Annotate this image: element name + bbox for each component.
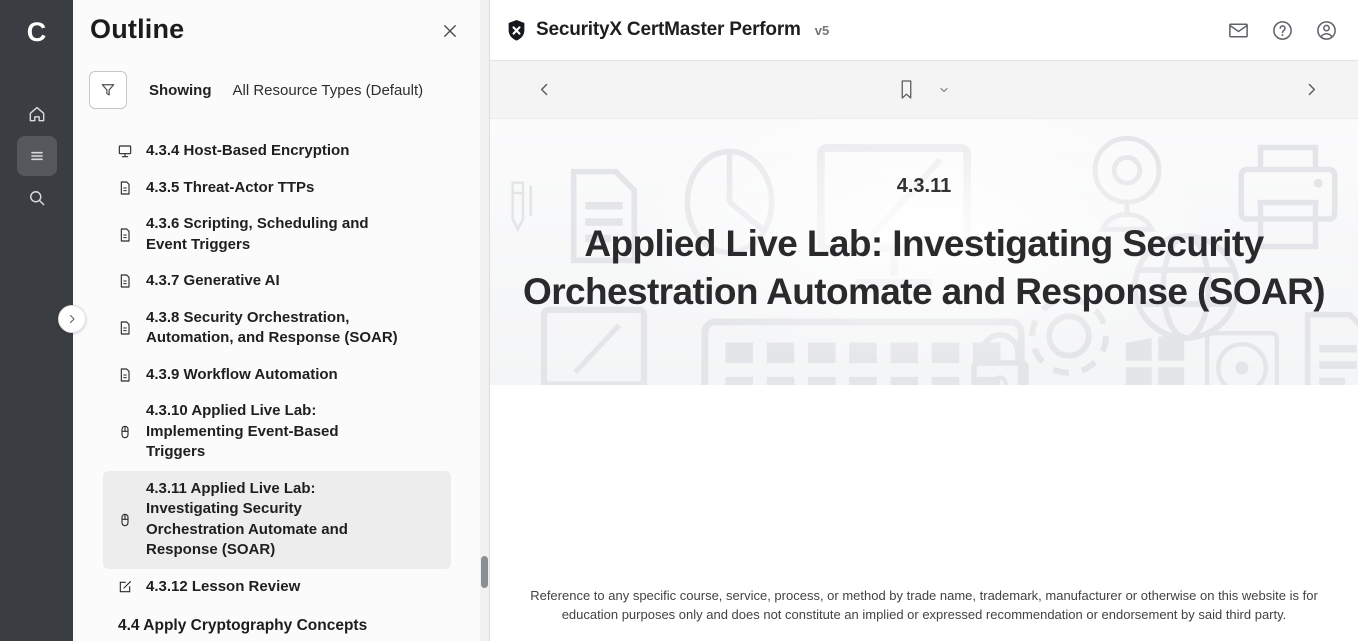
outline-item-label: 4.3.5 Threat-Actor TTPs bbox=[146, 178, 398, 199]
banner-text: 4.3.11 Applied Live Lab: Investigating S… bbox=[490, 119, 1358, 316]
outline-scrollbar-thumb[interactable] bbox=[481, 556, 488, 588]
outline-item-4-3-4[interactable]: 4.3.4 Host-Based Encryption bbox=[103, 133, 451, 170]
lesson-title: Applied Live Lab: Investigating Security… bbox=[490, 220, 1358, 316]
outline-item-4-3-6[interactable]: 4.3.6 Scripting, Scheduling and Event Tr… bbox=[103, 206, 451, 263]
help-button[interactable] bbox=[1269, 17, 1296, 44]
top-header: SecurityX CertMaster Perform v5 bbox=[490, 0, 1358, 61]
filter-funnel-icon bbox=[99, 81, 117, 99]
next-page-button[interactable] bbox=[1303, 81, 1320, 98]
chevron-right-icon bbox=[1303, 81, 1320, 98]
rail-nav bbox=[17, 94, 57, 218]
outline-item-label: 4.3.9 Workflow Automation bbox=[146, 365, 398, 386]
list-icon bbox=[27, 146, 47, 166]
outline-item-label: 4.3.6 Scripting, Scheduling and Event Tr… bbox=[146, 214, 398, 255]
outline-panel-header: Outline bbox=[73, 0, 489, 49]
mouse-icon bbox=[117, 424, 133, 440]
outline-title: Outline bbox=[90, 14, 184, 45]
bookmark-menu-button[interactable] bbox=[938, 84, 950, 96]
account-button[interactable] bbox=[1313, 17, 1340, 44]
chevron-right-icon bbox=[66, 313, 78, 325]
chevron-down-icon bbox=[938, 84, 950, 96]
home-icon bbox=[27, 104, 47, 124]
product-version: v5 bbox=[815, 23, 829, 38]
document-icon bbox=[117, 367, 133, 383]
outline-button[interactable] bbox=[17, 136, 57, 176]
document-icon bbox=[117, 227, 133, 243]
brand-logo-letter: C bbox=[27, 17, 47, 48]
mouse-icon bbox=[117, 512, 133, 528]
bookmark-icon bbox=[898, 79, 915, 100]
product-brand: SecurityX CertMaster Perform v5 bbox=[506, 19, 829, 42]
outline-item-label: 4.3.4 Host-Based Encryption bbox=[146, 141, 398, 162]
outline-scrollbar-track[interactable] bbox=[480, 0, 489, 641]
product-name: SecurityX CertMaster Perform bbox=[536, 19, 801, 41]
header-actions bbox=[1225, 17, 1340, 44]
outline-list: 4.3.4 Host-Based Encryption 4.3.5 Threat… bbox=[73, 133, 489, 635]
mail-icon bbox=[1227, 19, 1250, 42]
outline-item-4-3-8[interactable]: 4.3.8 Security Orchestration, Automation… bbox=[103, 300, 451, 357]
help-icon bbox=[1271, 19, 1294, 42]
bookmark-group bbox=[898, 79, 950, 100]
outline-item-4-3-12[interactable]: 4.3.12 Lesson Review bbox=[103, 569, 451, 606]
app-window: C Outline Showing bbox=[0, 0, 1358, 641]
monitor-icon bbox=[117, 143, 133, 159]
lesson-banner: 4.3.11 Applied Live Lab: Investigating S… bbox=[490, 119, 1358, 385]
outline-item-label: 4.3.12 Lesson Review bbox=[146, 577, 398, 598]
outline-item-label: 4.3.11 Applied Live Lab: Investigating S… bbox=[146, 479, 398, 561]
document-icon bbox=[117, 180, 133, 196]
outline-item-label: 4.3.8 Security Orchestration, Automation… bbox=[146, 308, 398, 349]
footer-disclaimer: Reference to any specific course, servic… bbox=[520, 587, 1328, 624]
panel-expand-button[interactable] bbox=[58, 305, 86, 333]
brand-logo[interactable]: C bbox=[17, 12, 57, 52]
search-icon bbox=[27, 188, 47, 208]
filter-button[interactable] bbox=[89, 71, 127, 109]
securityx-shield-icon bbox=[506, 19, 527, 42]
outline-section-4-4[interactable]: 4.4 Apply Cryptography Concepts bbox=[118, 617, 489, 635]
outline-panel: Outline Showing All Resource Types (Defa… bbox=[73, 0, 490, 641]
lesson-number: 4.3.11 bbox=[490, 175, 1358, 198]
filter-value: All Resource Types (Default) bbox=[233, 82, 424, 99]
outline-item-4-3-7[interactable]: 4.3.7 Generative AI bbox=[103, 263, 451, 300]
document-icon bbox=[117, 273, 133, 289]
outline-item-4-3-10[interactable]: 4.3.10 Applied Live Lab: Implementing Ev… bbox=[103, 393, 451, 471]
previous-page-button[interactable] bbox=[536, 81, 553, 98]
chevron-left-icon bbox=[536, 81, 553, 98]
home-button[interactable] bbox=[17, 94, 57, 134]
close-icon bbox=[441, 22, 459, 40]
search-button[interactable] bbox=[17, 178, 57, 218]
outline-item-4-3-9[interactable]: 4.3.9 Workflow Automation bbox=[103, 357, 451, 394]
lesson-toolbar bbox=[490, 61, 1358, 119]
messages-button[interactable] bbox=[1225, 17, 1252, 44]
document-icon bbox=[117, 320, 133, 336]
edit-icon bbox=[117, 579, 133, 595]
outline-item-label: 4.3.10 Applied Live Lab: Implementing Ev… bbox=[146, 401, 398, 463]
main-area: SecurityX CertMaster Perform v5 bbox=[490, 0, 1358, 641]
close-outline-button[interactable] bbox=[435, 16, 465, 49]
outline-item-4-3-11-selected[interactable]: 4.3.11 Applied Live Lab: Investigating S… bbox=[103, 471, 451, 569]
account-icon bbox=[1315, 19, 1338, 42]
outline-item-label: 4.3.7 Generative AI bbox=[146, 271, 398, 292]
bookmark-button[interactable] bbox=[898, 79, 915, 100]
outline-item-4-3-5[interactable]: 4.3.5 Threat-Actor TTPs bbox=[103, 170, 451, 207]
showing-label: Showing bbox=[149, 82, 212, 99]
filter-row: Showing All Resource Types (Default) bbox=[89, 71, 489, 109]
